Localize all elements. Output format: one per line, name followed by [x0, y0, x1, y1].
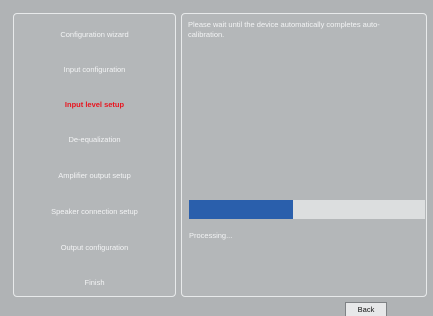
- progress-status-text: Processing...: [189, 231, 233, 240]
- step-de-equalization[interactable]: De-equalization: [14, 135, 175, 145]
- back-button[interactable]: Back: [345, 302, 387, 316]
- step-input-level-setup[interactable]: Input level setup: [14, 100, 175, 110]
- progress-fill: [189, 200, 293, 219]
- step-output-configuration[interactable]: Output configuration: [14, 243, 175, 253]
- step-configuration-wizard[interactable]: Configuration wizard: [14, 30, 175, 40]
- step-finish[interactable]: Finish: [14, 278, 175, 288]
- calibration-message: Please wait until the device automatical…: [188, 20, 380, 39]
- step-amplifier-output-setup[interactable]: Amplifier output setup: [14, 171, 175, 181]
- wizard-steps-panel: Configuration wizard Input configuration…: [13, 13, 176, 297]
- step-input-configuration[interactable]: Input configuration: [14, 65, 175, 75]
- wizard-window: Configuration wizard Input configuration…: [0, 0, 433, 316]
- calibration-panel: Please wait until the device automatical…: [181, 13, 427, 297]
- progress-bar: [189, 200, 425, 219]
- step-speaker-connection-setup[interactable]: Speaker connection setup: [14, 207, 175, 217]
